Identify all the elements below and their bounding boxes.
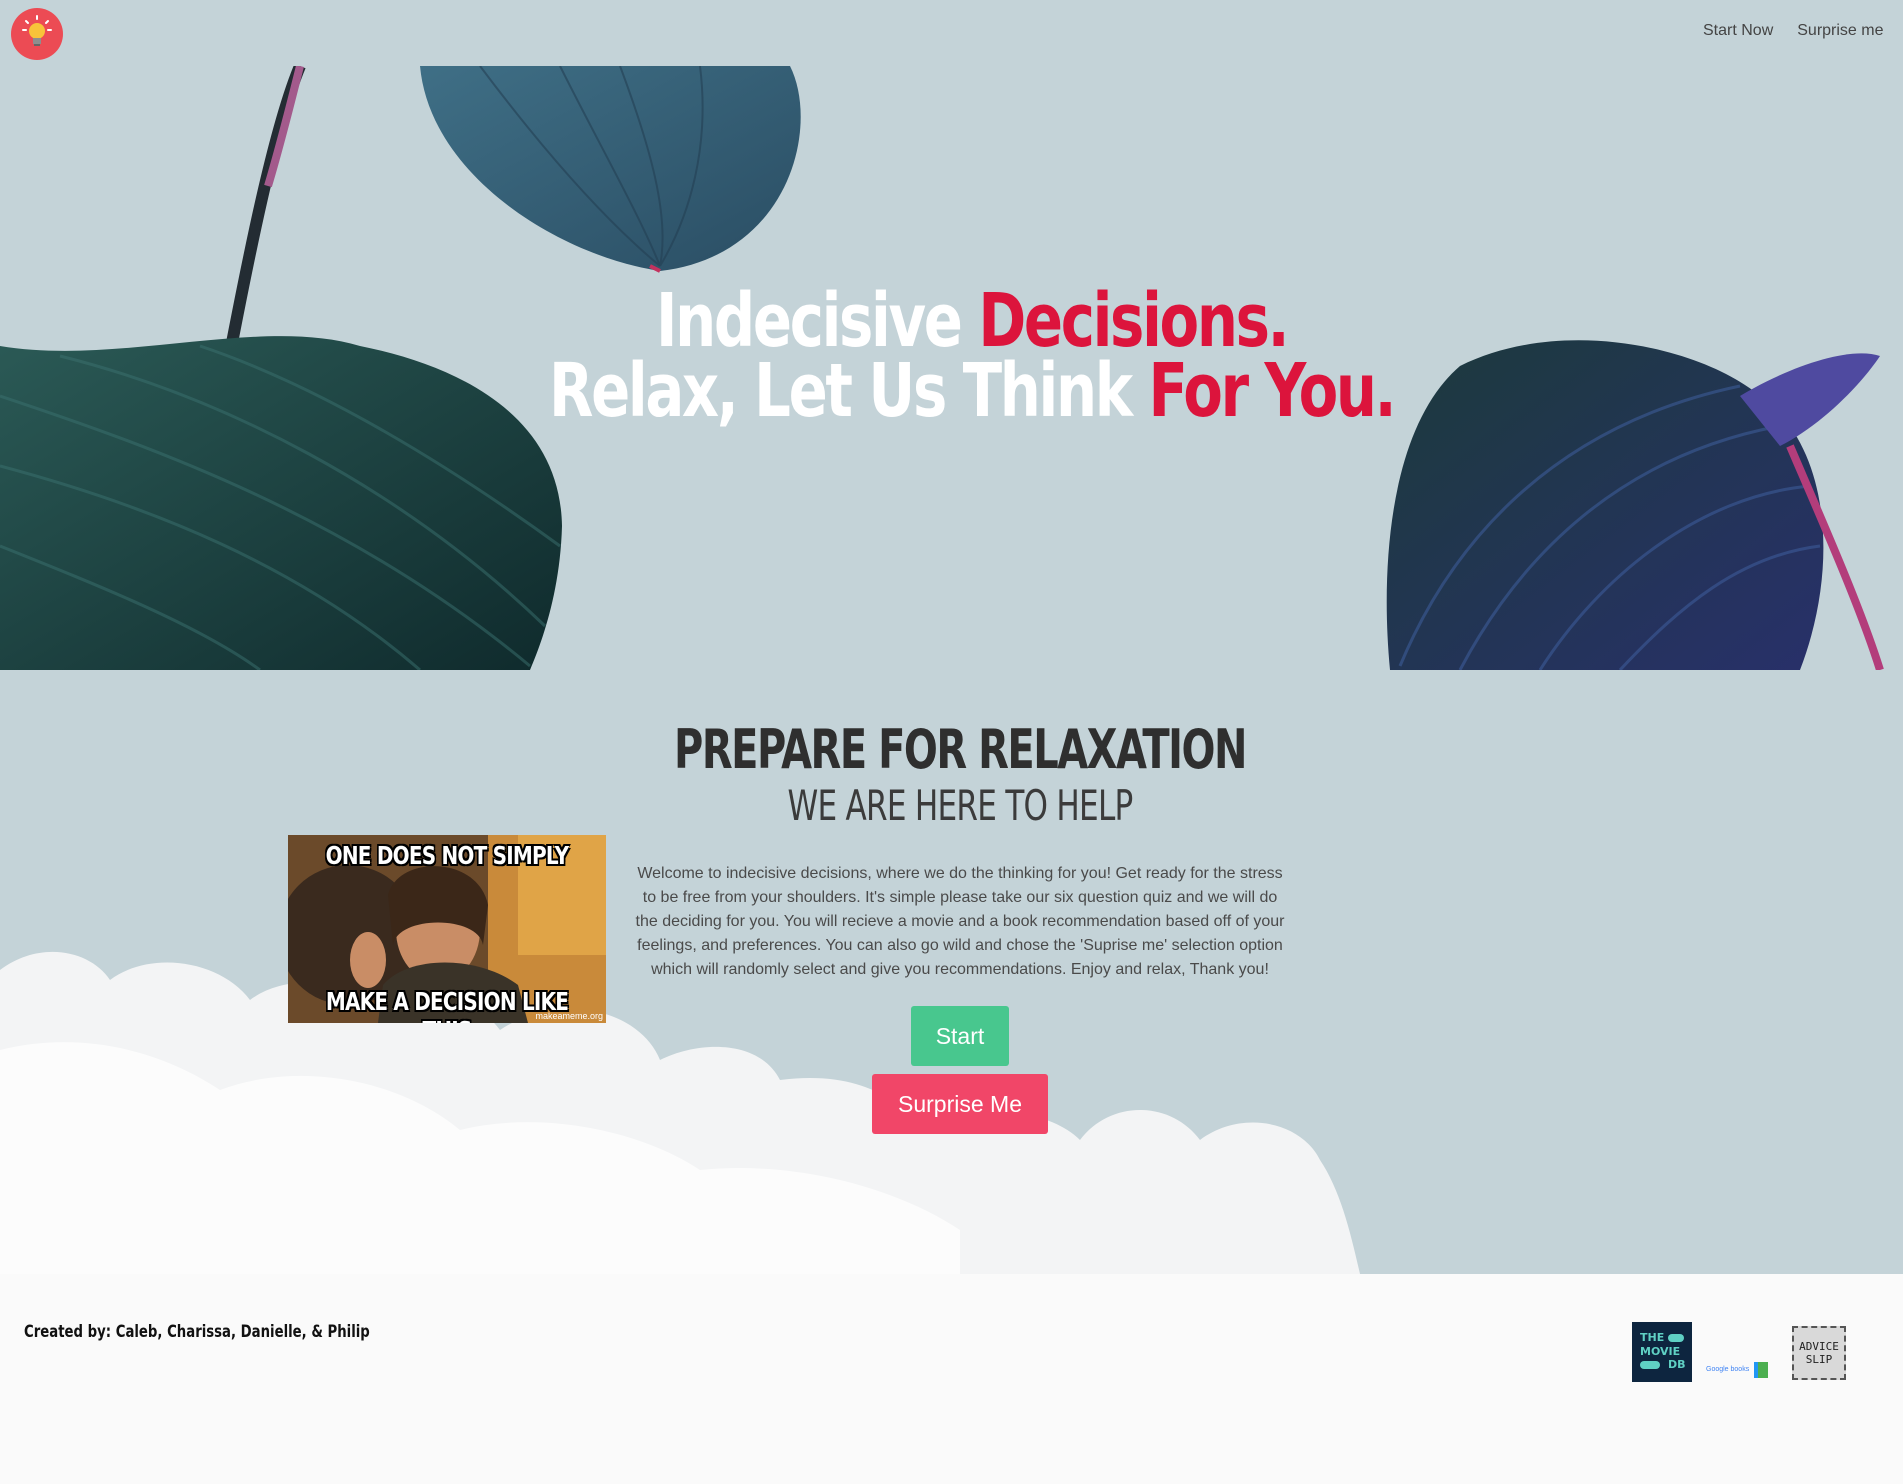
book-icon [1754, 1362, 1768, 1378]
meme-image: ONE DOES NOT SIMPLY MAKE A DECISION LIKE… [288, 835, 606, 1023]
hero-line-2: Relax, Let Us Think For You. [214, 354, 1730, 428]
section-heading: PREPARE FOR RELAXATION WE ARE HERE TO HE… [0, 720, 1903, 830]
hero-line-1: Indecisive Decisions. [214, 284, 1730, 358]
google-books-text: Google books [1706, 1366, 1750, 1373]
tmdb-pill-shape [1668, 1334, 1684, 1342]
meme-credit: makeameme.org [535, 1011, 603, 1021]
section-subtitle: WE ARE HERE TO HELP [787, 781, 1133, 830]
start-button[interactable]: Start [911, 1006, 1009, 1066]
section-title: PREPARE FOR RELAXATION [674, 718, 1247, 781]
tmdb-logo[interactable]: THE MOVIE DB [1632, 1322, 1692, 1382]
google-books-logo[interactable]: Google books [1706, 1360, 1770, 1382]
tmdb-pill-shape-2 [1640, 1361, 1660, 1369]
top-nav: Start Now Surprise me [0, 0, 1903, 66]
intro-paragraph: Welcome to indecisive decisions, where w… [635, 865, 1285, 978]
hero-line-2-accent: For You. [1148, 348, 1396, 434]
hero-line-2-white: Relax, Let Us Think [548, 348, 1133, 434]
advice-slip-line-2: SLIP [1805, 1353, 1833, 1366]
logo-button[interactable] [11, 8, 63, 60]
nav-links: Start Now Surprise me [1703, 22, 1903, 40]
hero-banner: Indecisive Decisions. Relax, Let Us Thin… [0, 66, 1903, 670]
tmdb-logo-line-3: DB [1668, 1358, 1686, 1371]
footer-credits: Created by: Caleb, Charissa, Danielle, &… [24, 1322, 370, 1342]
hero-headline: Indecisive Decisions. Relax, Let Us Thin… [214, 284, 1730, 428]
tmdb-logo-line-2: MOVIE [1640, 1345, 1681, 1358]
nav-surprise-me-link[interactable]: Surprise me [1797, 22, 1883, 40]
advice-slip-line-1: ADVICE [1799, 1340, 1839, 1353]
surprise-me-button[interactable]: Surprise Me [872, 1074, 1048, 1134]
footer: Created by: Caleb, Charissa, Danielle, &… [0, 1274, 1903, 1484]
tmdb-logo-line-1: THE [1640, 1331, 1665, 1344]
meme-top-text: ONE DOES NOT SIMPLY [325, 841, 569, 870]
nav-start-now-link[interactable]: Start Now [1703, 22, 1773, 40]
advice-slip-logo[interactable]: ADVICE SLIP [1792, 1326, 1846, 1380]
lightbulb-icon [22, 15, 52, 53]
